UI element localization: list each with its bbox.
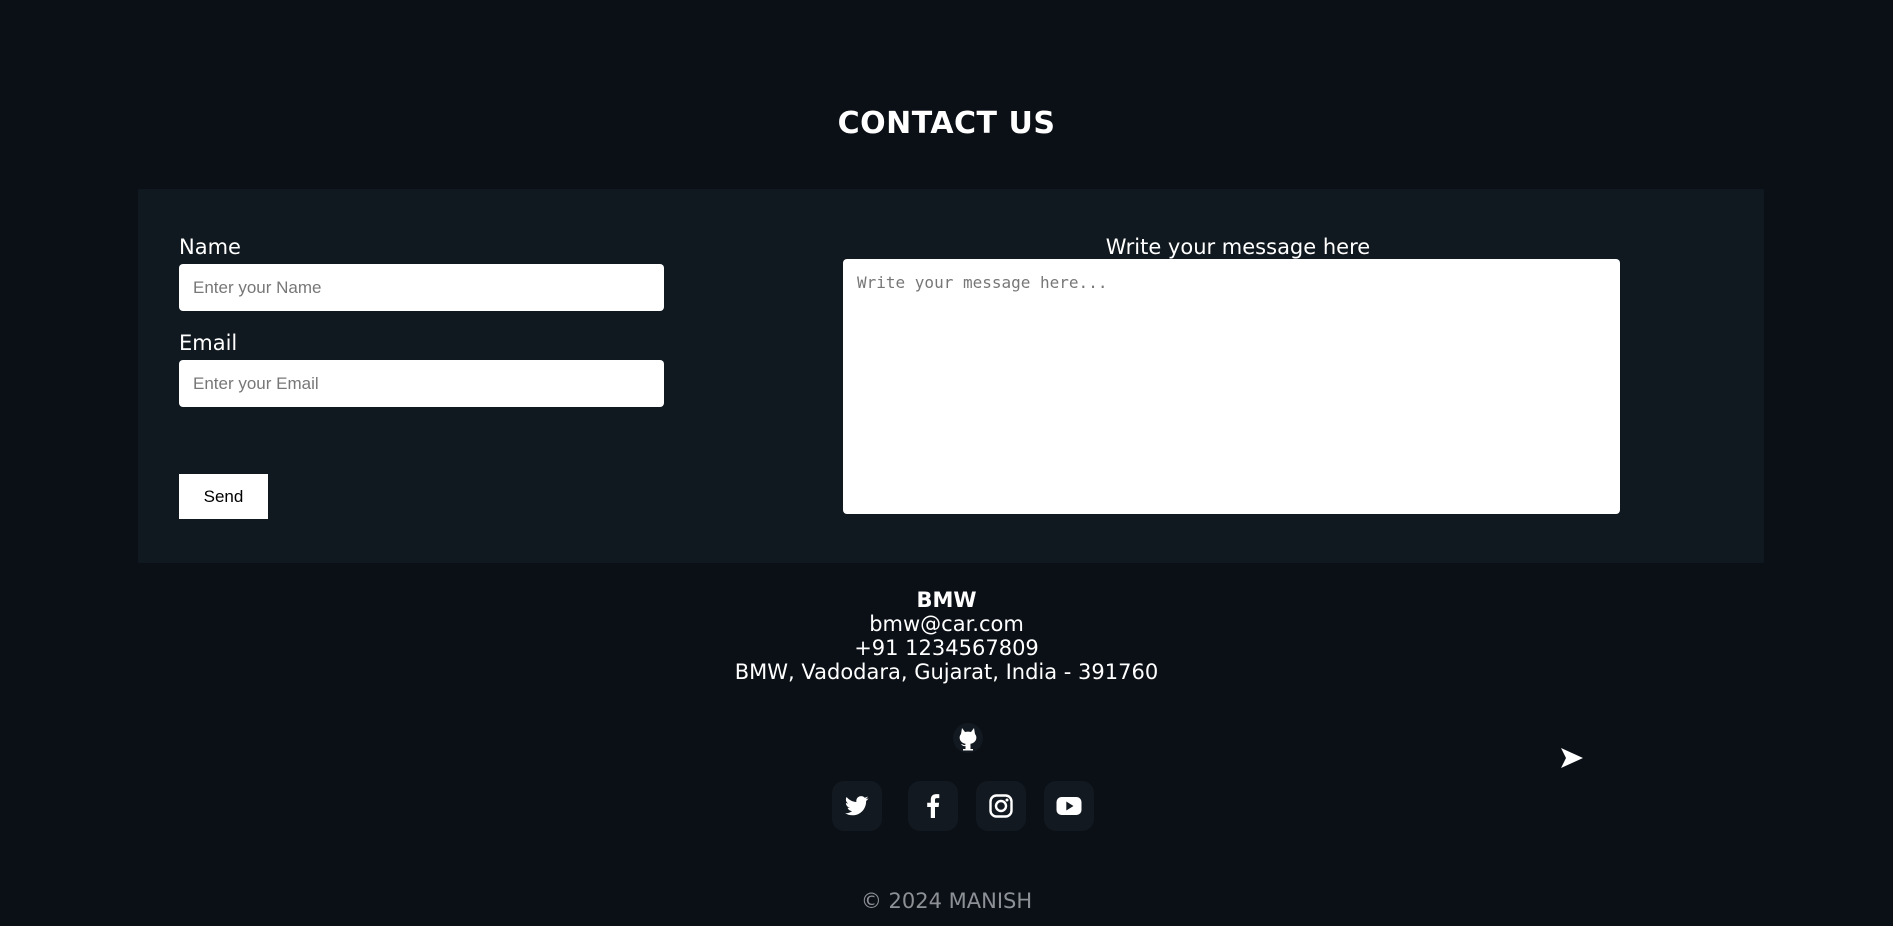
brand-name: BMW	[916, 588, 977, 612]
name-input[interactable]	[179, 264, 664, 311]
contact-phone: +91 1234567809	[854, 636, 1039, 660]
message-textarea[interactable]	[843, 259, 1620, 514]
facebook-icon[interactable]	[908, 781, 958, 831]
email-label: Email	[179, 331, 238, 355]
contact-page: CONTACT US Name Email Send Write your me…	[0, 0, 1893, 926]
contact-form-panel: Name Email Send Write your message here	[138, 189, 1764, 563]
contact-email: bmw@car.com	[869, 612, 1024, 636]
message-label: Write your message here	[1105, 235, 1371, 259]
name-label: Name	[179, 235, 241, 259]
twitter-icon[interactable]	[832, 781, 882, 831]
github-icon[interactable]	[953, 723, 983, 753]
page-title: CONTACT US	[837, 106, 1056, 141]
copyright-text: © 2024 MANISH	[860, 889, 1033, 913]
contact-address: BMW, Vadodara, Gujarat, India - 391760	[734, 660, 1159, 684]
contact-info: BMW bmw@car.com +91 1234567809 BMW, Vado…	[0, 588, 1893, 684]
social-links	[0, 781, 1893, 831]
send-button[interactable]: Send	[179, 474, 268, 519]
instagram-icon[interactable]	[976, 781, 1026, 831]
youtube-icon[interactable]	[1044, 781, 1094, 831]
send-arrow-icon[interactable]	[1561, 748, 1583, 768]
email-input[interactable]	[179, 360, 664, 407]
